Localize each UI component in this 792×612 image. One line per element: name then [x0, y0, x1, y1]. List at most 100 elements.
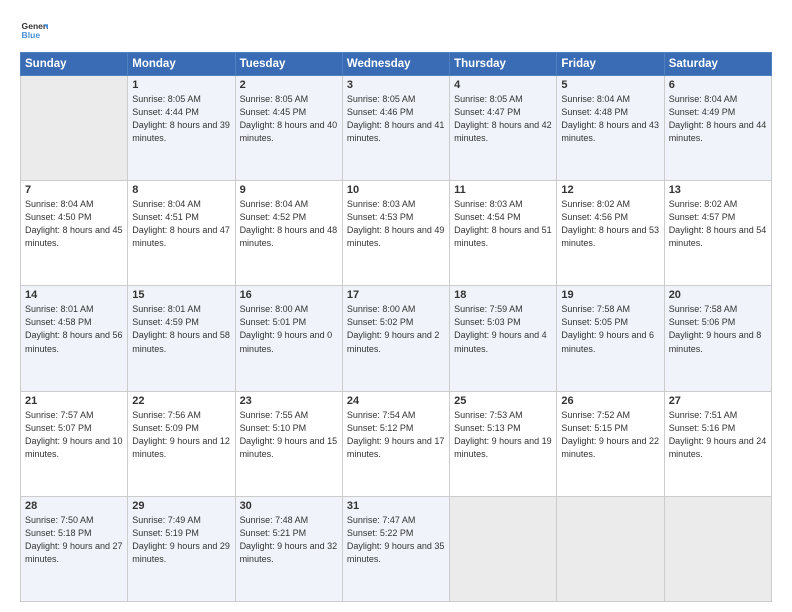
- day-number: 18: [454, 289, 552, 301]
- day-info: Sunrise: 7:47 AMSunset: 5:22 PMDaylight:…: [347, 514, 445, 566]
- day-number: 26: [561, 395, 659, 407]
- calendar-cell: 14Sunrise: 8:01 AMSunset: 4:58 PMDayligh…: [21, 286, 128, 391]
- calendar-cell: 4 Sunrise: 8:05 AMSunset: 4:47 PMDaylight…: [450, 76, 557, 181]
- calendar-cell: 30 Sunrise: 7:48 AMSunset: 5:21 PMDayligh…: [235, 496, 342, 601]
- day-number: 5: [561, 79, 659, 91]
- calendar-header-wednesday: Wednesday: [342, 53, 449, 76]
- calendar-header-row: SundayMondayTuesdayWednesdayThursdayFrid…: [21, 53, 772, 76]
- calendar-week-1: 7 Sunrise: 8:04 AMSunset: 4:50 PMDaylight…: [21, 181, 772, 286]
- day-number: 19: [561, 289, 659, 301]
- day-number: 8: [132, 184, 230, 196]
- calendar-cell: 31Sunrise: 7:47 AMSunset: 5:22 PMDayligh…: [342, 496, 449, 601]
- calendar-cell: 27Sunrise: 7:51 AMSunset: 5:16 PMDayligh…: [664, 391, 771, 496]
- day-number: 14: [25, 289, 123, 301]
- day-info: Sunrise: 7:49 AMSunset: 5:19 PMDaylight:…: [132, 514, 230, 566]
- calendar-cell: 7 Sunrise: 8:04 AMSunset: 4:50 PMDaylight…: [21, 181, 128, 286]
- svg-text:Blue: Blue: [22, 30, 41, 40]
- calendar-header-sunday: Sunday: [21, 53, 128, 76]
- day-number: 25: [454, 395, 552, 407]
- calendar-cell: 13Sunrise: 8:02 AMSunset: 4:57 PMDayligh…: [664, 181, 771, 286]
- calendar-week-0: 1 Sunrise: 8:05 AMSunset: 4:44 PMDaylight…: [21, 76, 772, 181]
- calendar-cell: 12 Sunrise: 8:02 AMSunset: 4:56 PMDayligh…: [557, 181, 664, 286]
- day-number: 16: [240, 289, 338, 301]
- logo-icon: General Blue: [20, 18, 48, 46]
- calendar-table: SundayMondayTuesdayWednesdayThursdayFrid…: [20, 52, 772, 602]
- calendar-cell: 1 Sunrise: 8:05 AMSunset: 4:44 PMDaylight…: [128, 76, 235, 181]
- calendar-cell: 3 Sunrise: 8:05 AMSunset: 4:46 PMDaylight…: [342, 76, 449, 181]
- calendar-cell: [450, 496, 557, 601]
- calendar-cell: [664, 496, 771, 601]
- day-info: Sunrise: 8:02 AMSunset: 4:57 PMDaylight:…: [669, 198, 767, 250]
- calendar-cell: 2Sunrise: 8:05 AMSunset: 4:45 PMDaylight…: [235, 76, 342, 181]
- day-number: 11: [454, 184, 552, 196]
- day-info: Sunrise: 8:04 AMSunset: 4:49 PMDaylight:…: [669, 93, 767, 145]
- calendar-cell: 8 Sunrise: 8:04 AMSunset: 4:51 PMDaylight…: [128, 181, 235, 286]
- calendar-cell: 5 Sunrise: 8:04 AMSunset: 4:48 PMDaylight…: [557, 76, 664, 181]
- day-info: Sunrise: 7:50 AMSunset: 5:18 PMDaylight:…: [25, 514, 123, 566]
- day-info: Sunrise: 7:54 AMSunset: 5:12 PMDaylight:…: [347, 409, 445, 461]
- day-info: Sunrise: 7:59 AMSunset: 5:03 PMDaylight:…: [454, 303, 552, 355]
- day-info: Sunrise: 7:48 AMSunset: 5:21 PMDaylight:…: [240, 514, 338, 566]
- calendar-week-2: 14Sunrise: 8:01 AMSunset: 4:58 PMDayligh…: [21, 286, 772, 391]
- calendar-header-friday: Friday: [557, 53, 664, 76]
- day-number: 6: [669, 79, 767, 91]
- day-info: Sunrise: 8:05 AMSunset: 4:47 PMDaylight:…: [454, 93, 552, 145]
- day-number: 4: [454, 79, 552, 91]
- day-number: 20: [669, 289, 767, 301]
- calendar-cell: 19 Sunrise: 7:58 AMSunset: 5:05 PMDayligh…: [557, 286, 664, 391]
- day-info: Sunrise: 7:58 AMSunset: 5:05 PMDaylight:…: [561, 303, 659, 355]
- day-number: 9: [240, 184, 338, 196]
- day-info: Sunrise: 7:52 AMSunset: 5:15 PMDaylight:…: [561, 409, 659, 461]
- calendar-cell: 9 Sunrise: 8:04 AMSunset: 4:52 PMDaylight…: [235, 181, 342, 286]
- calendar-header-tuesday: Tuesday: [235, 53, 342, 76]
- day-number: 28: [25, 500, 123, 512]
- calendar-cell: 15 Sunrise: 8:01 AMSunset: 4:59 PMDayligh…: [128, 286, 235, 391]
- calendar-cell: 16 Sunrise: 8:00 AMSunset: 5:01 PMDayligh…: [235, 286, 342, 391]
- day-number: 30: [240, 500, 338, 512]
- day-number: 7: [25, 184, 123, 196]
- day-info: Sunrise: 8:03 AMSunset: 4:54 PMDaylight:…: [454, 198, 552, 250]
- calendar-header-monday: Monday: [128, 53, 235, 76]
- day-info: Sunrise: 8:01 AMSunset: 4:59 PMDaylight:…: [132, 303, 230, 355]
- day-number: 3: [347, 79, 445, 91]
- calendar-cell: 26 Sunrise: 7:52 AMSunset: 5:15 PMDayligh…: [557, 391, 664, 496]
- day-number: 10: [347, 184, 445, 196]
- calendar-header-thursday: Thursday: [450, 53, 557, 76]
- day-info: Sunrise: 8:04 AMSunset: 4:51 PMDaylight:…: [132, 198, 230, 250]
- svg-text:General: General: [22, 21, 48, 31]
- header: General Blue: [20, 18, 772, 46]
- calendar-cell: 10Sunrise: 8:03 AMSunset: 4:53 PMDayligh…: [342, 181, 449, 286]
- day-number: 15: [132, 289, 230, 301]
- day-info: Sunrise: 8:04 AMSunset: 4:48 PMDaylight:…: [561, 93, 659, 145]
- calendar-cell: 29Sunrise: 7:49 AMSunset: 5:19 PMDayligh…: [128, 496, 235, 601]
- page: General Blue SundayMondayTuesdayWednesda…: [0, 0, 792, 612]
- day-number: 12: [561, 184, 659, 196]
- calendar-cell: 6 Sunrise: 8:04 AMSunset: 4:49 PMDaylight…: [664, 76, 771, 181]
- calendar-cell: 18 Sunrise: 7:59 AMSunset: 5:03 PMDayligh…: [450, 286, 557, 391]
- day-info: Sunrise: 8:00 AMSunset: 5:01 PMDaylight:…: [240, 303, 338, 355]
- day-info: Sunrise: 7:57 AMSunset: 5:07 PMDaylight:…: [25, 409, 123, 461]
- day-info: Sunrise: 8:05 AMSunset: 4:45 PMDaylight:…: [240, 93, 338, 145]
- calendar-cell: 28 Sunrise: 7:50 AMSunset: 5:18 PMDayligh…: [21, 496, 128, 601]
- day-info: Sunrise: 8:02 AMSunset: 4:56 PMDaylight:…: [561, 198, 659, 250]
- day-info: Sunrise: 8:04 AMSunset: 4:50 PMDaylight:…: [25, 198, 123, 250]
- calendar-cell: 22 Sunrise: 7:56 AMSunset: 5:09 PMDayligh…: [128, 391, 235, 496]
- day-info: Sunrise: 8:00 AMSunset: 5:02 PMDaylight:…: [347, 303, 445, 355]
- calendar-week-4: 28 Sunrise: 7:50 AMSunset: 5:18 PMDayligh…: [21, 496, 772, 601]
- day-info: Sunrise: 8:05 AMSunset: 4:46 PMDaylight:…: [347, 93, 445, 145]
- calendar-cell: 11 Sunrise: 8:03 AMSunset: 4:54 PMDayligh…: [450, 181, 557, 286]
- day-number: 1: [132, 79, 230, 91]
- calendar-cell: 24 Sunrise: 7:54 AMSunset: 5:12 PMDayligh…: [342, 391, 449, 496]
- day-number: 22: [132, 395, 230, 407]
- day-info: Sunrise: 8:04 AMSunset: 4:52 PMDaylight:…: [240, 198, 338, 250]
- calendar-cell: 25Sunrise: 7:53 AMSunset: 5:13 PMDayligh…: [450, 391, 557, 496]
- day-info: Sunrise: 7:55 AMSunset: 5:10 PMDaylight:…: [240, 409, 338, 461]
- logo: General Blue: [20, 18, 48, 46]
- day-info: Sunrise: 7:56 AMSunset: 5:09 PMDaylight:…: [132, 409, 230, 461]
- calendar-week-3: 21Sunrise: 7:57 AMSunset: 5:07 PMDayligh…: [21, 391, 772, 496]
- day-info: Sunrise: 8:05 AMSunset: 4:44 PMDaylight:…: [132, 93, 230, 145]
- day-number: 24: [347, 395, 445, 407]
- calendar-cell: 21Sunrise: 7:57 AMSunset: 5:07 PMDayligh…: [21, 391, 128, 496]
- day-number: 23: [240, 395, 338, 407]
- day-info: Sunrise: 7:58 AMSunset: 5:06 PMDaylight:…: [669, 303, 767, 355]
